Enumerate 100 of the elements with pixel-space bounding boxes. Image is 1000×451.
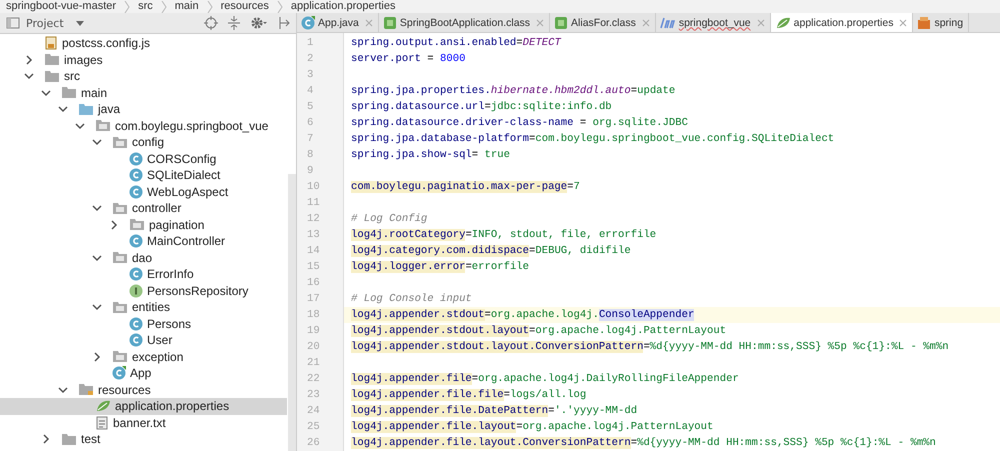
folder-icon xyxy=(44,53,60,66)
breadcrumb-item[interactable]: main xyxy=(174,0,199,13)
chevron-right-icon[interactable] xyxy=(24,54,34,65)
code-line: log4j.appender.stdout=org.apache.log4j.ConsoleAppender xyxy=(351,309,694,321)
line-number: 6 xyxy=(306,117,314,129)
chevron-down-icon[interactable] xyxy=(41,88,51,98)
class-icon xyxy=(129,333,143,348)
tree-item[interactable]: Persons xyxy=(0,316,287,332)
line-number: 15 xyxy=(306,261,321,273)
folder-icon xyxy=(112,202,128,215)
tree-item[interactable]: PersonsRepository xyxy=(0,282,287,299)
line-number: 17 xyxy=(306,293,321,305)
tree-item[interactable]: postcss.config.js xyxy=(0,35,287,52)
folder-icon xyxy=(95,119,111,132)
chevron-right-icon[interactable] xyxy=(41,434,51,444)
class-icon xyxy=(129,316,143,331)
scrollbar[interactable] xyxy=(288,174,296,451)
dropdown-icon[interactable] xyxy=(76,20,84,26)
tree-item[interactable]: dao xyxy=(0,250,287,266)
editor-tab[interactable]: application.properties xyxy=(770,13,914,32)
leaf-icon xyxy=(774,16,791,30)
chevron-icon xyxy=(160,0,167,12)
tree-item[interactable]: SQLiteDialect xyxy=(0,167,287,184)
folder-icon xyxy=(61,86,77,100)
chevron-down-icon[interactable] xyxy=(75,120,85,131)
editor-tab[interactable]: AliasFor.class xyxy=(550,13,656,32)
tree-item[interactable]: ErrorInfo xyxy=(0,266,287,282)
tree-item[interactable]: pagination xyxy=(0,216,287,233)
line-number: 2 xyxy=(306,53,314,65)
tree-item[interactable]: main xyxy=(0,84,287,101)
chevron-down-icon[interactable] xyxy=(92,137,102,148)
tree-item[interactable]: CORSConfig xyxy=(0,150,287,167)
folder-icon xyxy=(44,70,60,83)
tree-item[interactable]: controller xyxy=(0,200,287,216)
tree-item[interactable]: config xyxy=(0,134,287,150)
line-number: 12 xyxy=(306,213,321,225)
gear-icon[interactable] xyxy=(250,16,268,30)
code-line: spring.datasource.url=jdbc:sqlite:info.db xyxy=(351,101,612,113)
editor-tab[interactable]: springboot_vue xyxy=(656,13,771,32)
tree-item[interactable]: entities xyxy=(0,299,287,316)
line-number: 24 xyxy=(306,405,321,417)
code-line: log4j.appender.file.layout.ConversionPattern=%d{yyyy-MM-dd HH:mm:ss,SSS} %5p %c{1}:%L - %m%n xyxy=(351,437,936,449)
folder-icon xyxy=(78,102,94,116)
tree-item[interactable]: User xyxy=(0,332,287,348)
tree-item[interactable]: test xyxy=(0,431,287,448)
class-icon xyxy=(129,267,143,282)
tree-item[interactable]: images xyxy=(0,52,287,68)
tree-item[interactable]: exception xyxy=(0,348,287,365)
tree-item[interactable]: WebLogAspect xyxy=(0,184,287,200)
folder-icon xyxy=(112,350,128,364)
chevron-down-icon[interactable] xyxy=(58,104,68,114)
breadcrumb-item[interactable]: src xyxy=(138,0,153,13)
chevron-right-icon[interactable] xyxy=(92,352,102,362)
chevron-down-icon[interactable] xyxy=(92,252,102,263)
line-number: 26 xyxy=(306,437,321,449)
code-line: log4j.appender.file=org.apache.log4j.DailyRollingFileAppender xyxy=(351,373,739,385)
tree-item[interactable]: MainController xyxy=(0,233,287,250)
tree-item[interactable]: application.properties xyxy=(0,398,287,414)
tree-item[interactable]: banner.txt xyxy=(0,414,287,431)
chevron-down-icon[interactable] xyxy=(92,203,102,214)
code-line: log4j.appender.file.file=logs/all.log xyxy=(351,389,586,401)
line-number: 3 xyxy=(306,69,314,81)
chevron-down-icon[interactable] xyxy=(58,384,68,395)
line-number: 11 xyxy=(306,197,321,209)
folder-icon xyxy=(61,432,77,446)
code-line: server.port = 8000 xyxy=(351,53,466,65)
editor-tab[interactable]: SpringBootApplication.class xyxy=(378,13,550,32)
line-number: 13 xyxy=(306,229,321,241)
breadcrumb-item[interactable]: application.properties xyxy=(290,0,396,13)
line-number: 4 xyxy=(306,85,314,97)
chevron-right-icon[interactable] xyxy=(109,220,119,230)
editor-tab[interactable]: App.java xyxy=(297,13,379,32)
breadcrumb-item[interactable]: resources xyxy=(220,0,269,13)
tree-item[interactable]: src xyxy=(0,68,287,84)
chevron-down-icon[interactable] xyxy=(92,302,102,312)
tree-item[interactable]: resources xyxy=(0,382,287,398)
breadcrumb-item[interactable]: springboot-vue-master xyxy=(6,0,116,13)
class-icon xyxy=(129,234,143,248)
line-number: 19 xyxy=(306,325,321,337)
chevron-icon xyxy=(124,0,130,12)
tree-item[interactable]: java xyxy=(0,101,287,118)
line-number: 9 xyxy=(306,165,314,177)
chevron-down-icon[interactable] xyxy=(24,71,34,82)
code-line: # Log Console input xyxy=(351,293,472,305)
code-line: log4j.rootCategory=INFO, stdout, file, errorfile xyxy=(351,229,656,241)
class-file-icon xyxy=(554,16,568,30)
class-icon xyxy=(129,168,143,182)
folder-icon xyxy=(112,136,128,149)
editor-tab[interactable]: spring xyxy=(913,13,970,32)
class-icon xyxy=(129,184,143,199)
collapse-icon[interactable] xyxy=(228,16,240,30)
tree-item[interactable]: App xyxy=(0,365,287,382)
window-icon xyxy=(6,17,20,29)
chevron-icon xyxy=(206,0,213,12)
line-number: 1 xyxy=(306,37,314,49)
tree-item[interactable]: com.boylegu.springboot_vue xyxy=(0,118,287,134)
line-number: 10 xyxy=(306,181,321,193)
code-line: spring.datasource.driver-class-name = org.sqlite.JDBC xyxy=(351,117,688,129)
target-icon[interactable] xyxy=(204,16,218,30)
code-line: log4j.appender.stdout.layout=org.apache.log4j.PatternLayout xyxy=(351,325,726,337)
